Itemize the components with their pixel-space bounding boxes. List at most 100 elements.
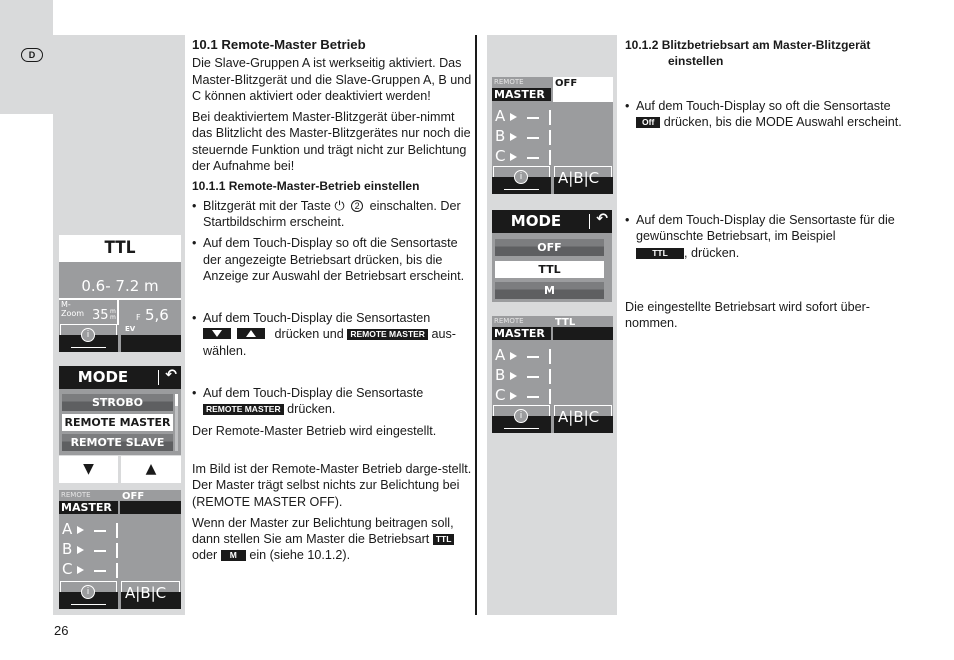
- master-label[interactable]: MASTER: [492, 88, 551, 101]
- play-icon: [77, 566, 84, 574]
- mode-display-operating-mode: MODE ↶ STROBO REMOTE MASTER REMOTE SLAVE…: [59, 366, 181, 483]
- ev-button[interactable]: EV: [121, 324, 181, 352]
- group-letter: A: [495, 346, 506, 364]
- step-select-mode: Auf dem Touch-Display so oft die Sensort…: [192, 235, 474, 284]
- remote-master-display: REMOTE MASTER TTL A B C i A|B|C: [492, 316, 613, 433]
- group-row-a[interactable]: A: [495, 346, 551, 366]
- play-icon: [510, 372, 517, 380]
- off-key: Off: [636, 116, 661, 128]
- bar: [116, 543, 118, 558]
- mode-item-m[interactable]: M: [495, 282, 604, 299]
- master-label[interactable]: MASTER: [492, 327, 551, 340]
- ttl-title[interactable]: TTL: [59, 235, 181, 262]
- master-status[interactable]: OFF: [120, 490, 181, 514]
- group-letter: A: [495, 107, 506, 125]
- group-row-b[interactable]: B: [62, 540, 118, 560]
- underline: [504, 427, 539, 429]
- note-paragraph: Wenn der Master zur Belichtung beitragen…: [192, 515, 474, 564]
- dash: [94, 570, 106, 572]
- info-button[interactable]: i: [492, 405, 551, 433]
- divider-line: [117, 299, 119, 325]
- group-letter: B: [62, 540, 73, 558]
- dash: [527, 376, 539, 378]
- play-icon: [77, 526, 84, 534]
- result-text: Der Remote-Master Betrieb wird eingestel…: [192, 423, 437, 438]
- group-letter: C: [495, 147, 506, 165]
- scroll-thumb[interactable]: [175, 394, 178, 406]
- mode-header: MODE ↶: [59, 366, 181, 389]
- info-button[interactable]: i: [492, 166, 551, 194]
- group-select-button[interactable]: A|B|C: [554, 166, 613, 194]
- group-row-a[interactable]: A: [62, 520, 118, 540]
- ttl-key: TTL: [432, 534, 455, 546]
- ev-label: EV: [125, 325, 136, 333]
- section-heading: 10.1 Remote-Master Betrieb: [192, 37, 366, 52]
- bar: [549, 130, 551, 145]
- play-icon: [510, 133, 517, 141]
- master-label[interactable]: MASTER: [59, 501, 118, 514]
- group-row-a[interactable]: A: [495, 107, 551, 127]
- separator: [158, 370, 159, 385]
- zoom-unit-bottom: m: [110, 314, 116, 321]
- f-label: F: [136, 313, 141, 322]
- mode-item-ttl[interactable]: TTL: [495, 261, 604, 278]
- group-row-b[interactable]: B: [495, 366, 551, 386]
- subsection-heading: 10.1.1 Remote-Master-Betrieb einstellen: [192, 179, 420, 194]
- step-choose-remote-master: Auf dem Touch-Display die Sensortasten d…: [192, 310, 474, 359]
- step-text: drücken und: [274, 327, 344, 342]
- bar: [549, 349, 551, 364]
- bar: [116, 523, 118, 538]
- mode-title: MODE: [510, 212, 562, 230]
- note-text: oder: [192, 548, 218, 563]
- left-text-column: 10.1 Remote-Master Betrieb Die Slave-Gru…: [192, 37, 474, 569]
- step-text: Auf dem Touch-Display die Sensortaste fü…: [636, 213, 895, 244]
- zoom-label-line1: M-: [61, 300, 71, 309]
- step-text: drücken, bis die MODE Auswahl erscheint.: [663, 114, 902, 129]
- dash: [527, 356, 539, 358]
- step-text: Blitzgerät mit der Taste: [203, 198, 331, 213]
- zoom-label-line2: Zoom: [61, 309, 85, 318]
- ttl-display: TTL 0.6- 7.2 m M- Zoom 35 m m F 5,6 i EV: [59, 235, 181, 352]
- underline: [71, 603, 106, 605]
- abc-label: A|B|C: [558, 169, 600, 187]
- master-status[interactable]: OFF: [553, 77, 613, 102]
- back-icon[interactable]: ↶: [165, 367, 177, 383]
- master-status[interactable]: TTL: [553, 316, 613, 340]
- group-row-c[interactable]: C: [62, 560, 118, 580]
- info-button[interactable]: i: [59, 581, 118, 609]
- group-select-button[interactable]: A|B|C: [121, 581, 181, 609]
- step-text: Auf dem Touch-Display die Sensortasten: [203, 311, 431, 326]
- mode-item-off[interactable]: OFF: [495, 239, 604, 256]
- down-button[interactable]: ▼: [59, 456, 118, 483]
- subsection-heading: 10.1.2 Blitzbetriebsart am Master-Blitzg…: [625, 38, 871, 69]
- zoom-label: M- Zoom: [61, 300, 84, 318]
- zoom-value: 35: [92, 308, 109, 323]
- group-row-c[interactable]: C: [495, 147, 551, 167]
- play-icon: [510, 113, 517, 121]
- step-text: drücken.: [287, 402, 336, 417]
- range-value: 0.6- 7.2 m: [81, 277, 159, 295]
- group-row-b[interactable]: B: [495, 127, 551, 147]
- group-select-button[interactable]: A|B|C: [554, 405, 613, 433]
- remote-master-key: REMOTE MASTER: [347, 329, 428, 341]
- dash: [527, 396, 539, 398]
- mode-title: MODE: [77, 368, 129, 386]
- aperture-value: 5,6: [145, 306, 169, 324]
- group-row-c[interactable]: C: [495, 386, 551, 406]
- remote-label: REMOTE: [494, 78, 524, 86]
- info-button[interactable]: i: [59, 324, 118, 352]
- mode-item-strobo[interactable]: STROBO: [62, 394, 173, 411]
- step-open-mode: Auf dem Touch-Display so oft die Sensort…: [625, 98, 910, 131]
- step-text: Auf dem Touch-Display so oft die Sensort…: [636, 98, 891, 113]
- right-text-column: 10.1.2 Blitzbetriebsart am Master-Blitzg…: [625, 37, 910, 337]
- remote-label: REMOTE: [61, 491, 91, 499]
- back-icon[interactable]: ↶: [596, 211, 608, 227]
- info-icon: i: [81, 328, 95, 342]
- mode-item-remote-slave[interactable]: REMOTE SLAVE: [62, 434, 173, 451]
- step-text: Auf dem Touch-Display die Sensortaste: [203, 386, 424, 401]
- up-button[interactable]: ▲: [121, 456, 181, 483]
- note-text: Wenn der Master zur Belichtung beitragen…: [192, 515, 454, 547]
- info-icon: i: [514, 409, 528, 423]
- side-tab: D: [0, 0, 53, 114]
- mode-item-remote-master[interactable]: REMOTE MASTER: [62, 414, 173, 431]
